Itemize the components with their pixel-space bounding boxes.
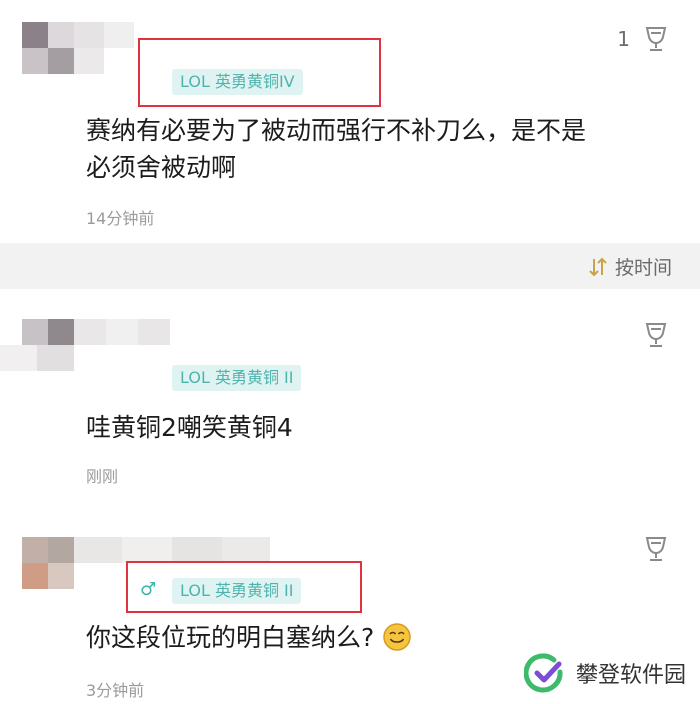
site-watermark: 攀登软件园 <box>523 652 686 694</box>
comment-text: 哇黄铜2嘲笑黄铜4 <box>86 413 293 442</box>
like-button[interactable] <box>642 321 670 349</box>
comment-text-body: 你这段位玩的明白塞纳么? <box>86 623 375 652</box>
avatar[interactable] <box>22 22 74 74</box>
comment-time: 刚刚 <box>86 467 119 486</box>
username-blur <box>0 345 74 371</box>
like-count: 1 <box>617 27 630 51</box>
trophy-cup-icon <box>645 27 667 51</box>
like-button[interactable]: 1 <box>617 25 670 53</box>
username[interactable] <box>74 319 170 345</box>
comment-time: 14分钟前 <box>86 209 155 228</box>
comment-text: 赛纳有必要为了被动而强行不补刀么，是不是 必须舍被动啊 <box>86 112 676 186</box>
comment-item[interactable]: LOL 英勇黄铜 II 哇黄铜2嘲笑黄铜4 刚刚 <box>0 289 700 501</box>
sort-arrows-icon <box>589 257 607 276</box>
highlight-box <box>138 38 381 107</box>
comment-line: 必须舍被动啊 <box>86 153 237 182</box>
sort-label: 按时间 <box>614 257 672 279</box>
highlight-box <box>126 561 362 613</box>
comment-line: 赛纳有必要为了被动而强行不补刀么，是不是 <box>86 116 587 145</box>
watermark-text: 攀登软件园 <box>575 663 686 688</box>
rank-badge: LOL 英勇黄铜 II <box>172 365 302 391</box>
username[interactable] <box>74 537 270 563</box>
smile-emoji-icon <box>383 623 412 651</box>
watermark-logo-icon <box>523 653 563 693</box>
comment-text: 你这段位玩的明白塞纳么? <box>86 619 676 656</box>
avatar[interactable] <box>22 537 74 589</box>
sort-bar: 按时间 <box>0 243 700 289</box>
comment-item[interactable]: LOL 英勇黄铜IV 赛纳有必要为了被动而强行不补刀么，是不是 必须舍被动啊 1… <box>0 0 700 243</box>
username-blur <box>74 48 134 74</box>
like-button[interactable] <box>642 535 670 563</box>
sort-by-time-button[interactable]: 按时间 <box>587 253 672 280</box>
comment-time: 3分钟前 <box>86 681 145 700</box>
trophy-cup-icon <box>645 323 667 347</box>
username[interactable] <box>74 22 134 48</box>
trophy-cup-icon <box>645 537 667 561</box>
